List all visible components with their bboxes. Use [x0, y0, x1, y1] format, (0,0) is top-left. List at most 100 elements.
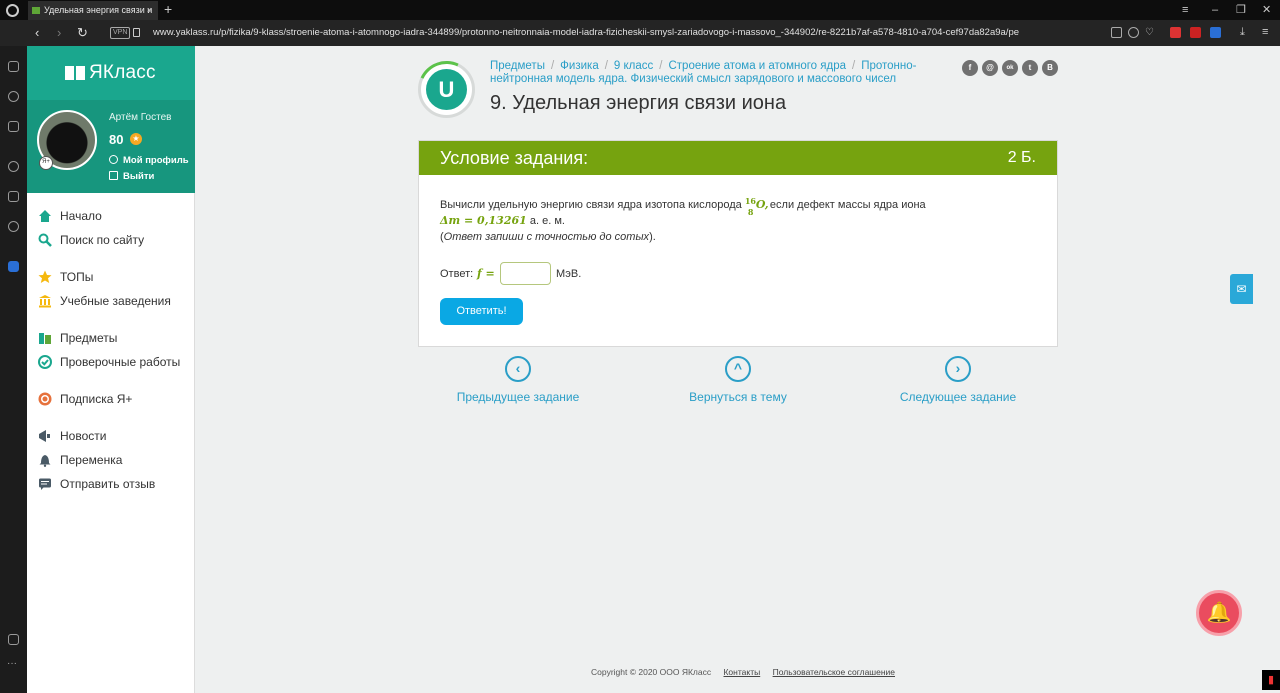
tab-menu-icon[interactable]: ≡: [1182, 0, 1188, 20]
url-field[interactable]: www.yaklass.ru/p/fizika/9-klass/stroenie…: [153, 20, 1103, 46]
star-icon: [38, 270, 52, 283]
vpn-badge[interactable]: VPN: [110, 27, 131, 39]
contacts-link[interactable]: Контакты: [723, 667, 760, 677]
my-profile-link[interactable]: Мой профиль: [109, 155, 189, 166]
yaklass-logo-icon: [65, 66, 85, 80]
brand-header[interactable]: ЯКласс: [27, 46, 195, 100]
menu-icon[interactable]: ≡: [1262, 27, 1273, 38]
vk-icon[interactable]: B: [1042, 60, 1058, 76]
mail-ru-icon[interactable]: @: [982, 60, 998, 76]
extension-icon[interactable]: [1190, 27, 1201, 38]
next-task-link[interactable]: › Следующее задание: [868, 356, 1048, 404]
address-bar: ‹ › ↻ VPN www.yaklass.ru/p/fizika/9-klas…: [0, 20, 1280, 46]
browser-tabbar: Удельная энергия связи и × + ≡ – ❐ ✕: [0, 0, 1280, 20]
page-title: 9. Удельная энергия связи иона: [490, 92, 787, 114]
task-navigation: ‹ Предыдущее задание ^ Вернуться в тему …: [418, 356, 1058, 406]
download-icon[interactable]: ⤓: [1240, 27, 1251, 38]
points-star-icon: ★: [130, 133, 142, 145]
isotope-formula: 16 8 O,: [744, 196, 769, 217]
app-icon[interactable]: [8, 261, 19, 272]
feedback-icon: [39, 478, 51, 490]
notification-bell-icon[interactable]: 🔔: [1196, 590, 1242, 636]
books-icon: [39, 333, 51, 344]
chevron-left-icon: ‹: [505, 356, 531, 382]
breadcrumb-chapter[interactable]: Строение атома и атомного ядра: [668, 60, 846, 72]
breadcrumb: Предметы / Физика/9 класс / Строение атома и…: [490, 60, 917, 85]
task-text: Вычисли удельную энергию связи ядра изот…: [440, 196, 926, 243]
breadcrumb-subjects[interactable]: Предметы: [490, 60, 545, 72]
browser-tab[interactable]: Удельная энергия связи и ×: [28, 1, 158, 20]
terms-link[interactable]: Пользовательское соглашение: [773, 667, 895, 677]
twitch-icon[interactable]: [8, 121, 19, 132]
mass-defect-formula: Δm = 0,13261: [440, 214, 527, 227]
heart-icon[interactable]: ♡: [1145, 27, 1156, 38]
logout-link[interactable]: Выйти: [109, 171, 154, 182]
reload-button[interactable]: ↻: [77, 20, 88, 46]
search-icon: [38, 233, 52, 247]
copyright: Copyright © 2020 ООО ЯКласс: [591, 667, 712, 677]
chevron-right-icon: ›: [945, 356, 971, 382]
site-sidebar: ЯКласс Я+ Артём Гостев 80 ★ Мой профиль …: [27, 46, 195, 693]
adblock-icon[interactable]: [1170, 27, 1181, 38]
tab-title: Удельная энергия связи и: [44, 5, 153, 15]
camera-icon[interactable]: [1111, 27, 1122, 38]
speed-icon[interactable]: [8, 91, 19, 102]
topic-progress-logo: U: [409, 52, 484, 127]
new-tab-button[interactable]: +: [164, 0, 172, 19]
task-points: 2 Б.: [1007, 149, 1036, 166]
answer-row: Ответ: f = МэВ.: [440, 262, 581, 286]
social-share: f @ ok t B: [962, 60, 1062, 76]
restore-icon[interactable]: ❐: [1236, 0, 1246, 20]
task-header: Условие задания: 2 Б.: [419, 141, 1057, 175]
chevron-up-icon: ^: [725, 356, 751, 382]
check-icon: [38, 355, 52, 369]
box-icon[interactable]: [8, 191, 19, 202]
profile-icon: [109, 155, 118, 164]
odnoklassniki-icon[interactable]: ok: [1002, 60, 1018, 76]
answer-label: Ответ:: [440, 268, 474, 280]
settings-icon[interactable]: [8, 221, 19, 232]
task-card: Условие задания: 2 Б. Вычисли удельную э…: [418, 140, 1058, 347]
task-note: Ответ запиши с точностью до сотых: [443, 231, 650, 243]
tracker-block-icon[interactable]: [1128, 27, 1139, 38]
school-icon: [39, 295, 51, 308]
corner-flag-icon: ▮: [1262, 670, 1280, 690]
home-icon: [39, 210, 51, 222]
profile-panel: Я+ Артём Гостев 80 ★ Мой профиль Выйти: [27, 100, 195, 193]
bell-icon: [39, 455, 51, 467]
more-icon[interactable]: ···: [7, 658, 17, 669]
answer-input[interactable]: [500, 262, 551, 285]
facebook-icon[interactable]: f: [962, 60, 978, 76]
tab-favicon-icon: [32, 7, 40, 14]
back-button[interactable]: ‹: [35, 20, 39, 46]
breadcrumb-grade[interactable]: 9 класс: [614, 60, 653, 72]
magnet-icon: U: [426, 69, 467, 110]
prev-task-link[interactable]: ‹ Предыдущее задание: [428, 356, 608, 404]
forward-button[interactable]: ›: [57, 20, 61, 46]
history-icon[interactable]: [8, 161, 19, 172]
mail-icon[interactable]: ✉: [1230, 274, 1253, 304]
tab-close-icon[interactable]: ×: [147, 1, 152, 20]
lock-icon[interactable]: [133, 28, 140, 37]
website: ЯКласс Я+ Артём Гостев 80 ★ Мой профиль …: [27, 46, 1280, 693]
minimize-icon[interactable]: –: [1212, 0, 1218, 20]
news-icon: [39, 430, 50, 442]
workspace-icon[interactable]: [8, 634, 19, 645]
brand-name: ЯКласс: [89, 62, 156, 83]
answer-unit: МэВ.: [556, 268, 582, 280]
opera-menu-icon[interactable]: [6, 4, 19, 17]
breadcrumb-physics[interactable]: Физика: [560, 60, 599, 72]
translate-icon[interactable]: [1210, 27, 1221, 38]
task-title: Условие задания:: [440, 148, 589, 168]
twitter-icon[interactable]: t: [1022, 60, 1038, 76]
window-close-icon[interactable]: ✕: [1262, 0, 1271, 20]
submit-button[interactable]: Ответить!: [440, 298, 523, 325]
points-value: 80: [109, 132, 124, 147]
answer-variable: f =: [477, 267, 495, 280]
back-to-topic-link[interactable]: ^ Вернуться в тему: [648, 356, 828, 404]
subscription-icon: [38, 392, 52, 406]
logout-icon: [109, 171, 118, 180]
games-icon[interactable]: [8, 61, 19, 72]
user-name: Артём Гостев: [109, 112, 172, 123]
browser-sidebar: ···: [0, 46, 27, 693]
